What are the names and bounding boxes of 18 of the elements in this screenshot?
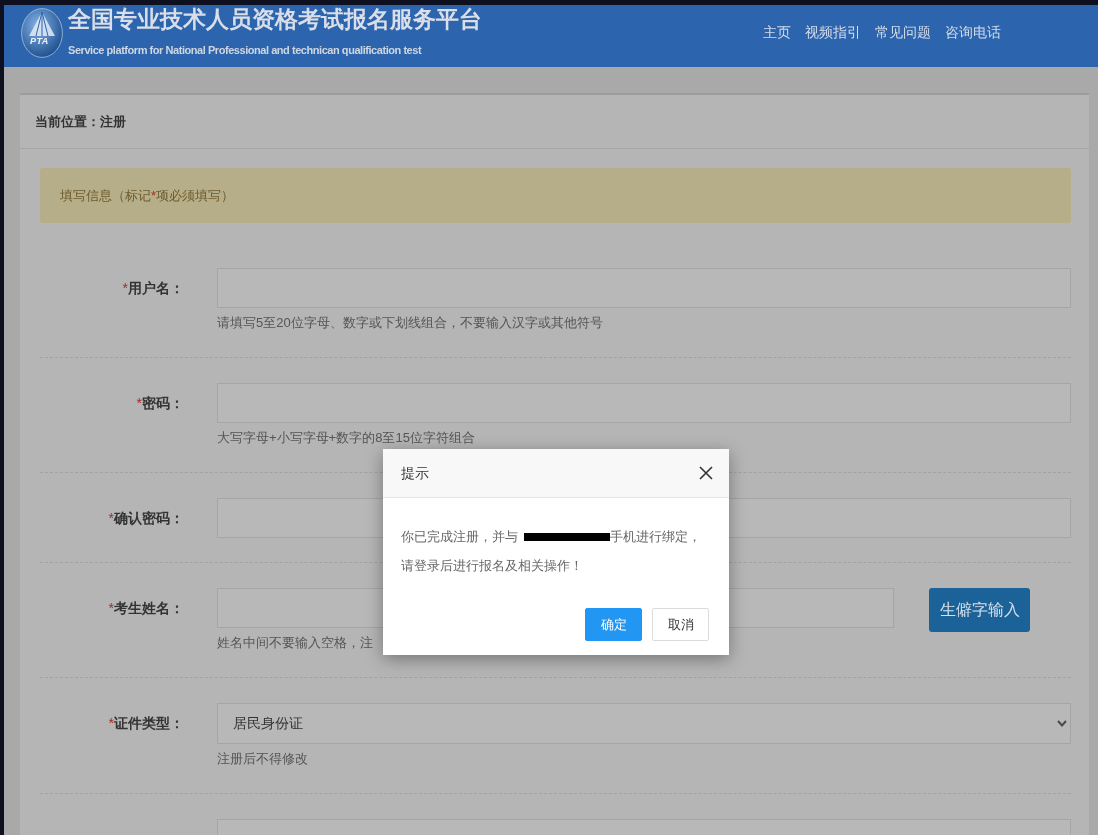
field-label: *证件类型：	[108, 714, 184, 733]
site-subtitle: Service platform for National Professional and technican qualification test	[68, 43, 422, 57]
message-text: 手机进行绑定，	[610, 528, 701, 546]
hint-text: 姓名中间不要输入空格，注	[217, 634, 373, 652]
dialog-title: 提示	[401, 464, 429, 483]
logo-text: PTA	[30, 36, 49, 46]
hint-text: 注册后不得修改	[217, 750, 308, 768]
field-label: *用户名：	[122, 279, 184, 298]
breadcrumb-text: 当前位置：注册	[35, 112, 126, 131]
hint-text: 请填写5至20位字母、数字或下划线组合，不要输入汉字或其他符号	[217, 314, 603, 332]
site-title: 全国专业技术人员资格考试报名服务平台	[68, 6, 482, 32]
field-label: *确认密码：	[108, 509, 184, 528]
notice-text: 填写信息（标记*项必须填写）	[60, 186, 235, 205]
message-text: 请登录后进行报名及相关操作！	[401, 557, 583, 575]
field-label: *密码：	[136, 394, 184, 413]
message-text: 你已完成注册，并与	[401, 528, 518, 546]
hint-text: 大写字母+小写字母+数字的8至15位字符组合	[217, 429, 475, 447]
field-label: *考生姓名：	[108, 599, 184, 618]
